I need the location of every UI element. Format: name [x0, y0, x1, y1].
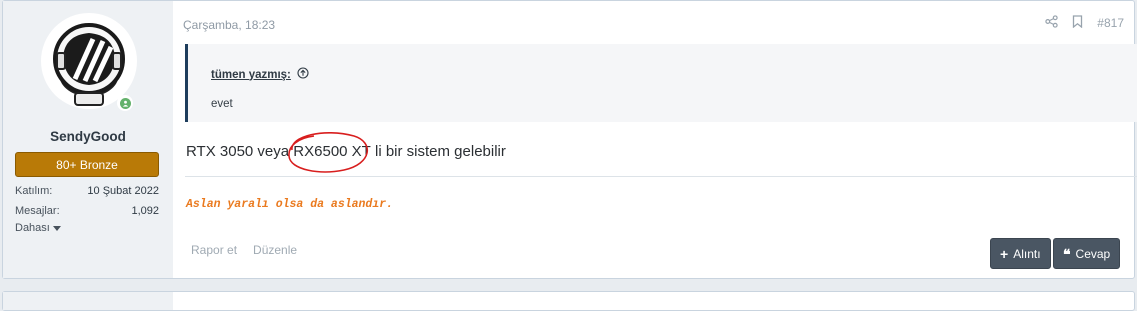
next-post-user-panel: [3, 292, 173, 310]
signature-divider: [185, 176, 1137, 177]
arrow-up-circle-icon[interactable]: [297, 67, 309, 82]
post-container: SendyGood 80+ Bronze Katılım: 10 Şubat 2…: [2, 0, 1137, 279]
stat-value: 1,092: [131, 205, 159, 217]
post-message: RTX 3050 veya RX6500 XT li bir sistem ge…: [186, 132, 506, 173]
quote-block: tümen yazmış: evet: [185, 44, 1137, 122]
post-number-link[interactable]: #817: [1097, 16, 1124, 30]
plus-icon: +: [1000, 245, 1009, 262]
stat-messages: Mesajlar: 1,092: [15, 205, 159, 217]
quote-header[interactable]: tümen yazmış:: [211, 67, 309, 82]
message-highlight: RX6500 XT: [288, 132, 371, 173]
reply-button[interactable]: ❝ Cevap: [1053, 238, 1121, 269]
quote-marks-icon: ❝: [1063, 245, 1071, 262]
quote-author[interactable]: tümen yazmış:: [211, 69, 291, 81]
user-rank-badge: 80+ Bronze: [15, 152, 159, 177]
report-link[interactable]: Rapor et: [191, 243, 237, 257]
more-label: Dahası: [15, 222, 50, 234]
post-date[interactable]: Çarşamba, 18:23: [183, 18, 275, 32]
stat-label: Katılım:: [15, 185, 53, 197]
caret-down-icon: [52, 225, 61, 231]
quote-button-label: Alıntı: [1013, 246, 1041, 261]
message-text-after: li bir sistem gelebilir: [370, 143, 506, 160]
stat-joined: Katılım: 10 Şubat 2022: [15, 185, 159, 197]
bookmark-icon[interactable]: [1072, 15, 1083, 31]
post-footer-links: Rapor et Düzenle: [191, 243, 297, 257]
post-main: Çarşamba, 18:23 #817 tümen yazmış: evet …: [173, 1, 1137, 278]
edit-link[interactable]: Düzenle: [253, 243, 297, 257]
message-text-before: RTX 3050 veya: [186, 143, 294, 160]
avatar-wrap[interactable]: [41, 13, 137, 111]
online-status-indicator: [117, 95, 133, 111]
stat-label: Mesajlar:: [15, 205, 60, 217]
stat-value: 10 Şubat 2022: [87, 185, 159, 197]
online-icon: [119, 97, 131, 109]
username[interactable]: SendyGood: [3, 129, 173, 144]
more-dropdown[interactable]: Dahası: [15, 222, 61, 234]
red-circle-annotation: [288, 132, 369, 173]
user-signature: Aslan yaralı olsa da aslandır.: [186, 198, 394, 211]
next-post-container: [2, 291, 1135, 311]
quote-button[interactable]: + Alıntı: [990, 238, 1051, 269]
reply-button-label: Cevap: [1075, 246, 1111, 261]
post-actions: #817: [1045, 15, 1124, 31]
share-icon[interactable]: [1045, 15, 1058, 31]
user-panel: SendyGood 80+ Bronze Katılım: 10 Şubat 2…: [3, 1, 173, 278]
quote-text: evet: [211, 98, 233, 110]
